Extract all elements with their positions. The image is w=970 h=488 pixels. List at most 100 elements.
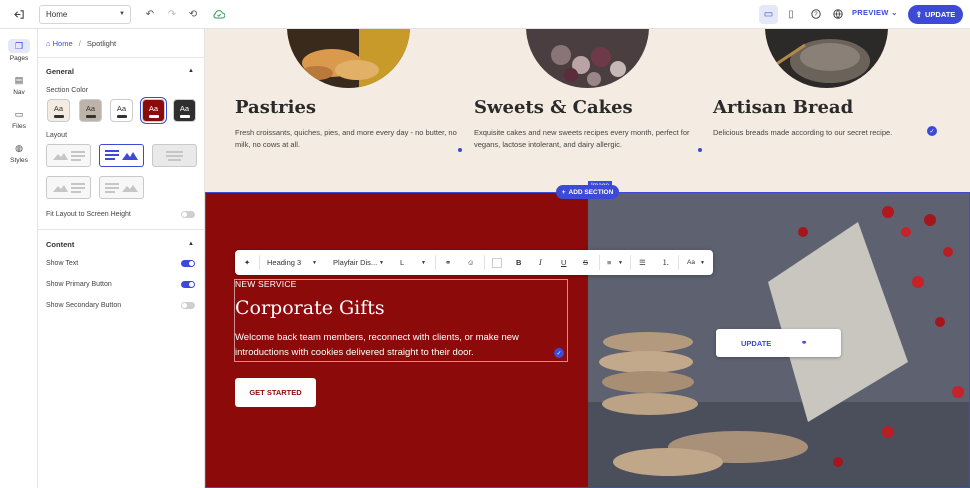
heading-select-value: Heading 3 (267, 258, 302, 267)
card-title[interactable]: Sweets & Cakes (474, 97, 633, 118)
card-title[interactable]: Artisan Bread (713, 97, 853, 118)
swatch-white[interactable]: Aa (110, 99, 133, 122)
show-secondary-label: Show Secondary Button (46, 302, 122, 309)
hero-kicker[interactable]: NEW SERVICE (235, 279, 297, 289)
content-section-header[interactable]: Content (46, 240, 74, 249)
bold-icon[interactable]: B (516, 250, 521, 275)
strikethrough-icon[interactable]: S (583, 250, 588, 275)
nav-item-label: Styles (10, 157, 28, 164)
chevron-down-icon: ▼ (379, 259, 384, 266)
nav-item-label: Pages (9, 55, 29, 62)
italic-icon[interactable]: I (539, 250, 542, 275)
hero-title[interactable]: Corporate Gifts (235, 297, 385, 319)
numbered-list-icon[interactable]: ⒈ (662, 250, 670, 275)
divider (630, 255, 631, 270)
show-text-toggle[interactable] (181, 260, 195, 267)
nav-item-styles[interactable]: ◍ Styles (3, 141, 35, 165)
layout-image-left[interactable] (46, 144, 91, 167)
swatch-dark[interactable]: Aa (173, 99, 196, 122)
align-left-icon[interactable]: ≡ (607, 250, 611, 275)
exit-icon[interactable] (11, 6, 27, 22)
swatch-red[interactable]: Aa (140, 97, 167, 124)
text-case-select[interactable]: Aa (687, 250, 695, 275)
history-icon[interactable]: ⟲ (185, 6, 201, 22)
preview-button[interactable]: PREVIEW ⌄ (852, 8, 898, 17)
layout-image-right-full[interactable] (99, 176, 144, 199)
add-section-button[interactable]: + ADD SECTION (556, 185, 619, 199)
check-icon: ✓ (554, 348, 564, 358)
divider (259, 255, 260, 270)
add-section-label: ADD SECTION (568, 188, 614, 196)
link-icon: ⚭ (801, 338, 808, 347)
feature-cards-section[interactable]: Pastries Fresh croissants, quiches, pies… (205, 29, 970, 192)
nav-item-nav[interactable]: ▤ Nav (3, 73, 35, 97)
font-select-value: Playfair Dis... (333, 258, 378, 267)
layout-image-right[interactable] (99, 144, 144, 167)
nav-item-pages[interactable]: ❐ Pages (3, 39, 35, 62)
breadcrumb: ⌂ Home / Spotlight (46, 39, 116, 48)
general-section-header[interactable]: General (46, 67, 74, 76)
mobile-view-icon[interactable]: ▯ (783, 6, 799, 22)
globe-icon[interactable] (830, 6, 846, 22)
image-update-label: UPDATE (741, 339, 772, 348)
nav-item-files[interactable]: ▭ Files (3, 107, 35, 131)
nav-icon: ▤ (14, 74, 24, 85)
help-icon[interactable]: ? (808, 6, 824, 22)
page-select[interactable]: Home ▼ (39, 5, 131, 24)
breadcrumb-current: Spotlight (86, 39, 117, 48)
swatch-text: Aa (148, 103, 159, 113)
size-select-value: L (400, 258, 405, 267)
ai-sparkle-icon[interactable]: ✦ (244, 250, 250, 275)
card-text[interactable]: Exquisite cakes and new sweets recipes e… (474, 127, 699, 151)
update-button[interactable]: ⇪ UPDATE (908, 5, 963, 24)
get-started-button[interactable]: GET STARTED (235, 378, 316, 407)
breadcrumb-home[interactable]: Home (53, 39, 73, 48)
resize-handle[interactable] (698, 148, 702, 152)
fit-layout-toggle[interactable] (181, 211, 195, 218)
sweets-image[interactable] (526, 29, 649, 88)
emoji-icon[interactable]: ☺ (467, 250, 475, 275)
preview-label: PREVIEW (852, 8, 889, 17)
fit-layout-label: Fit Layout to Screen Height (46, 211, 131, 218)
pastries-image[interactable] (287, 29, 410, 88)
chevron-down-icon: ▼ (312, 259, 317, 266)
chevron-down-icon: ▼ (700, 259, 705, 266)
underline-icon[interactable]: U (561, 250, 566, 275)
link-icon[interactable]: ⚭ (445, 250, 451, 275)
heading-select[interactable]: Heading 3 (267, 250, 301, 275)
swatch-text: Aa (85, 103, 96, 113)
page-select-value: Home (46, 10, 68, 19)
card-title[interactable]: Pastries (235, 97, 316, 118)
bread-image[interactable] (765, 29, 888, 88)
resize-handle[interactable] (458, 148, 462, 152)
layout-image-left-full[interactable] (46, 176, 91, 199)
card-text[interactable]: Delicious breads made according to our s… (713, 127, 923, 139)
collapse-icon[interactable]: ▲ (188, 241, 194, 247)
collapse-icon[interactable]: ▲ (188, 68, 194, 74)
card-text[interactable]: Fresh croissants, quiches, pies, and mor… (235, 127, 465, 151)
nav-item-label: Files (12, 123, 26, 130)
editor-canvas: Pastries Fresh croissants, quiches, pies… (205, 29, 970, 488)
desktop-view-icon[interactable]: ▭ (759, 5, 778, 24)
divider (38, 57, 205, 58)
palette-icon: ◍ (15, 142, 23, 153)
hero-text[interactable]: Welcome back team members, reconnect wit… (235, 330, 555, 360)
redo-icon[interactable]: ↷ (164, 6, 180, 22)
chevron-down-icon: ▼ (618, 259, 623, 266)
swatch-beige[interactable]: Aa (47, 99, 70, 122)
size-select[interactable]: L (400, 250, 404, 275)
divider (435, 255, 436, 270)
cloud-saved-icon (211, 6, 227, 22)
undo-icon[interactable]: ↶ (142, 6, 158, 22)
divider (484, 255, 485, 270)
swatch-taupe[interactable]: Aa (79, 99, 102, 122)
breadcrumb-separator: / (78, 39, 81, 48)
image-update-button[interactable]: UPDATE ⚭ (716, 329, 841, 357)
section-color-label: Section Color (46, 87, 89, 94)
bullet-list-icon[interactable]: ☰ (639, 250, 646, 275)
text-color-swatch[interactable] (492, 250, 502, 275)
show-secondary-toggle[interactable] (181, 302, 195, 309)
layout-text-only[interactable] (152, 144, 197, 167)
font-select[interactable]: Playfair Dis... (333, 250, 377, 275)
show-primary-toggle[interactable] (181, 281, 195, 288)
